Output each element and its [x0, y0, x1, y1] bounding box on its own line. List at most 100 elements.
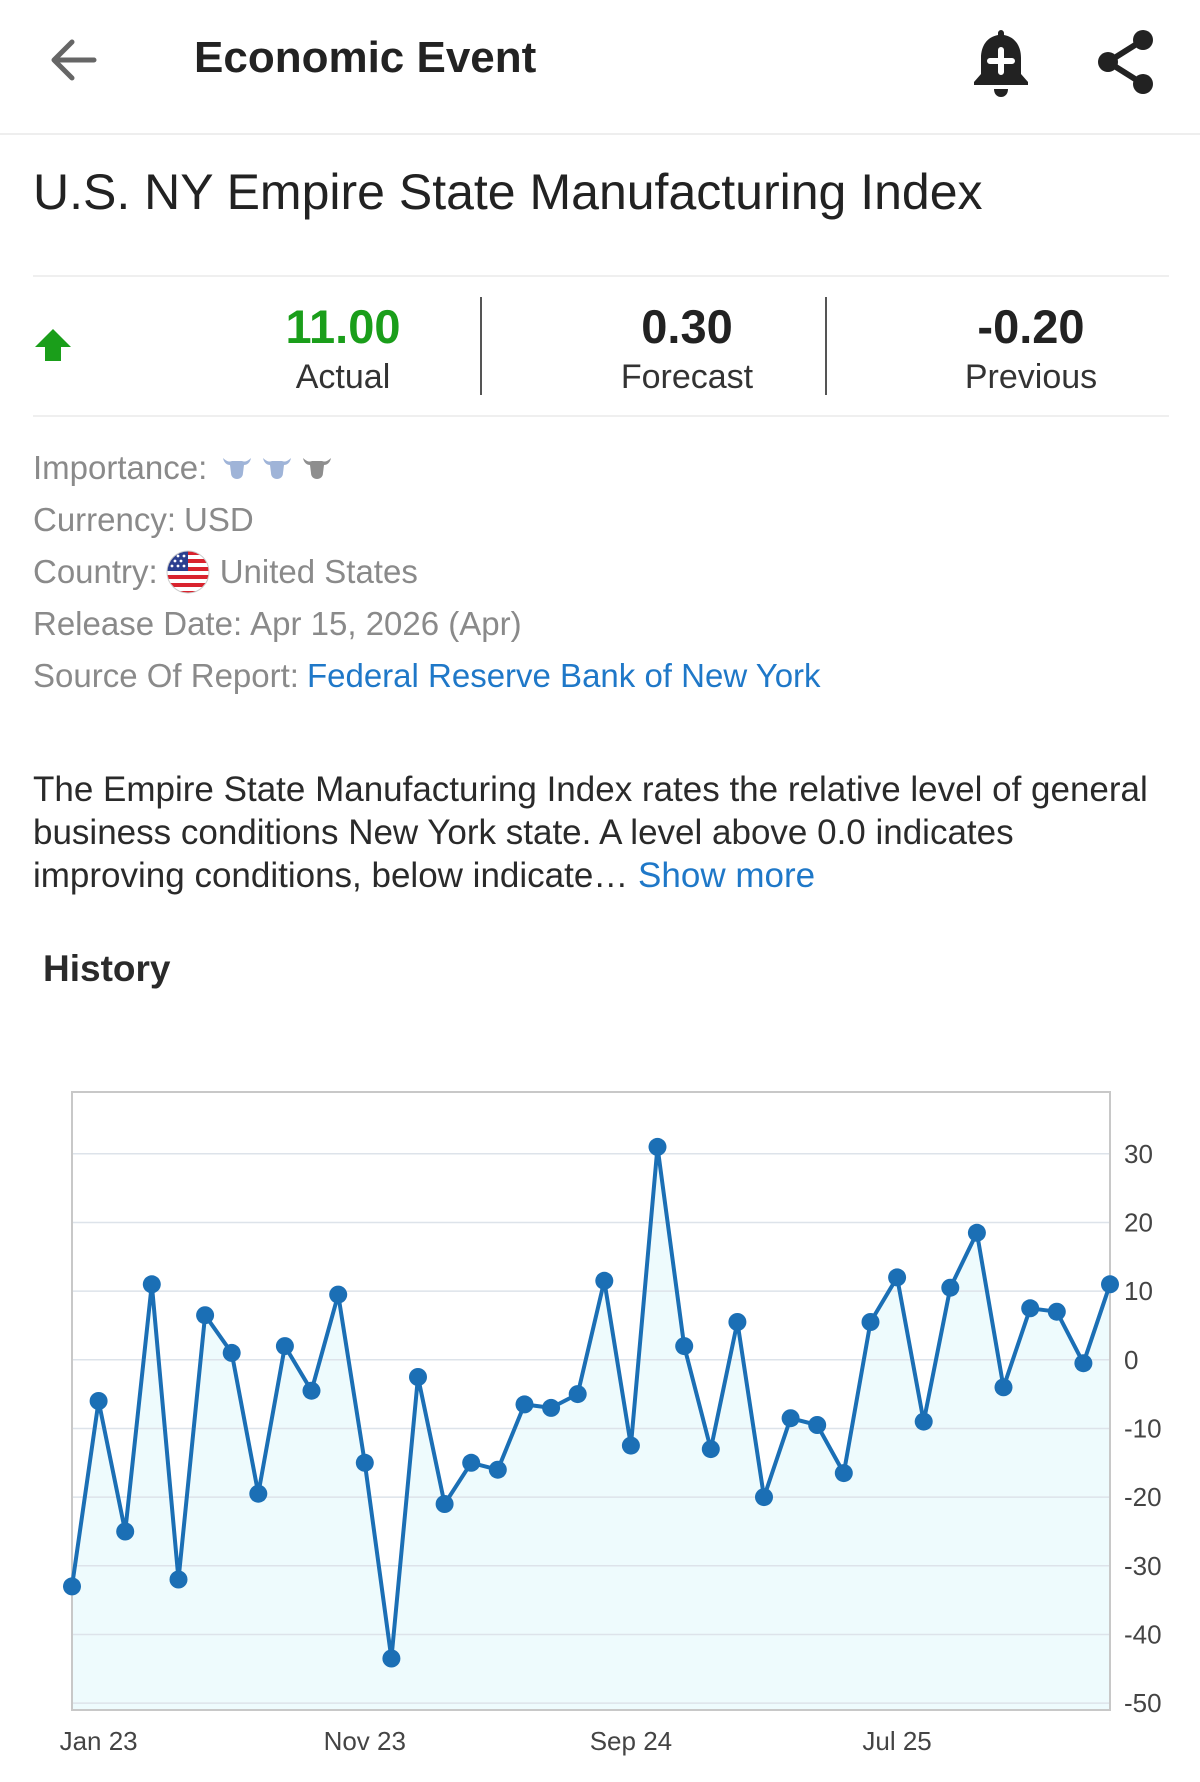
source-label: Source Of Report: [33, 657, 299, 694]
data-point [728, 1313, 747, 1331]
data-point [116, 1522, 135, 1541]
y-tick-label: -10 [1124, 1413, 1162, 1443]
data-point [302, 1381, 321, 1400]
y-tick-label: -40 [1124, 1619, 1162, 1649]
data-point [994, 1378, 1013, 1397]
previous-label: Previous [964, 358, 1098, 396]
data-point [701, 1440, 720, 1459]
data-point [355, 1453, 374, 1472]
arrow-left-icon [51, 39, 97, 81]
y-tick-label: 20 [1124, 1207, 1153, 1237]
share-icon [1098, 30, 1153, 94]
x-tick-label: Jul 25 [862, 1726, 931, 1756]
y-tick-label: 30 [1124, 1139, 1153, 1169]
actual-value: 11.00 [285, 300, 401, 353]
back-button[interactable] [44, 30, 104, 90]
data-point [888, 1268, 907, 1287]
country-row: Country: United States [33, 546, 1173, 598]
bull-icon [223, 458, 252, 479]
data-point [435, 1495, 454, 1513]
x-tick-label: Jan 23 [60, 1726, 138, 1756]
previous-value: -0.20 [977, 300, 1085, 353]
history-title: History [43, 948, 171, 989]
app-bar: Economic Event [0, 0, 1200, 135]
history-chart[interactable]: 30 20 10 0 -10 -20 -30 -40 -50 Jan 23 Nov 23 Sep 24… [0, 1070, 1200, 1782]
release-date-label: Release Date: [33, 605, 243, 642]
forecast-label: Forecast [620, 358, 754, 396]
data-point [329, 1285, 348, 1304]
actual-label: Actual [295, 358, 391, 396]
y-tick-label: 10 [1124, 1276, 1153, 1306]
data-point [808, 1416, 827, 1434]
importance-row: Importance: [33, 442, 1173, 494]
release-date-value: Apr 15, 2026 (Apr) [250, 605, 522, 642]
event-title: U.S. NY Empire State Manufacturing Index [33, 164, 983, 220]
share-button[interactable] [1092, 24, 1162, 100]
currency-label: Currency: [33, 501, 177, 538]
actual-value-group: 11.00 Actual [193, 299, 493, 399]
previous-value-group: -0.20 Previous [881, 299, 1181, 399]
y-tick-label: -50 [1124, 1688, 1162, 1718]
source-row: Source Of Report: Federal Reserve Bank o… [33, 650, 1173, 702]
importance-rating [221, 455, 333, 481]
data-point [755, 1488, 773, 1507]
event-details: Importance: Currency: USD Country: Unite… [33, 442, 1173, 702]
x-tick-label: Nov 23 [324, 1726, 406, 1756]
x-tick-label: Sep 24 [590, 1726, 672, 1756]
data-point [515, 1395, 534, 1414]
data-point [568, 1385, 587, 1404]
data-point [941, 1278, 960, 1297]
data-point [142, 1275, 161, 1294]
data-point [1101, 1275, 1119, 1294]
currency-row: Currency: USD [33, 494, 1173, 546]
add-alert-button[interactable] [966, 24, 1036, 100]
y-tick-label: -20 [1124, 1482, 1162, 1512]
data-point [1074, 1354, 1093, 1373]
values-row: 11.00 Actual 0.30 Forecast -0.20 Previou… [33, 275, 1169, 417]
currency-value: USD [184, 501, 254, 538]
data-point [462, 1453, 481, 1472]
bull-icon [303, 458, 332, 479]
data-point [196, 1306, 215, 1325]
divider [480, 297, 482, 395]
release-date-row: Release Date: Apr 15, 2026 (Apr) [33, 598, 1173, 650]
country-label: Country: [33, 553, 158, 590]
data-point [595, 1271, 614, 1290]
us-flag-icon [166, 550, 210, 594]
data-point [275, 1337, 294, 1356]
data-point [914, 1412, 933, 1431]
importance-label: Importance: [33, 449, 208, 486]
y-tick-label: -30 [1124, 1551, 1162, 1581]
data-point [1021, 1299, 1040, 1318]
data-point [967, 1223, 986, 1242]
data-point [222, 1343, 241, 1362]
show-more-link[interactable]: Show more [638, 856, 815, 895]
data-point [781, 1409, 800, 1428]
screen-title: Economic Event [194, 33, 537, 82]
source-link[interactable]: Federal Reserve Bank of New York [307, 650, 821, 702]
forecast-value: 0.30 [641, 300, 733, 353]
data-point [169, 1570, 188, 1589]
event-description: The Empire State Manufacturing Index rat… [33, 768, 1153, 897]
bell-plus-icon [974, 30, 1028, 97]
data-point [861, 1313, 880, 1331]
data-point [648, 1137, 667, 1156]
data-point [834, 1464, 853, 1483]
country-value: United States [219, 553, 418, 590]
data-point [249, 1484, 268, 1503]
description-text: The Empire State Manufacturing Index rat… [33, 770, 1148, 895]
data-point [621, 1436, 640, 1455]
data-point [89, 1392, 108, 1410]
data-point [409, 1368, 427, 1386]
data-point [1047, 1302, 1066, 1321]
bull-icon [263, 458, 292, 479]
data-point [382, 1649, 401, 1668]
data-point [675, 1337, 694, 1356]
forecast-value-group: 0.30 Forecast [537, 299, 837, 399]
data-point [542, 1398, 561, 1417]
data-point [488, 1460, 507, 1479]
trend-up-icon [33, 325, 73, 365]
divider [825, 297, 827, 395]
data-point [63, 1577, 81, 1596]
y-tick-label: 0 [1124, 1345, 1138, 1375]
